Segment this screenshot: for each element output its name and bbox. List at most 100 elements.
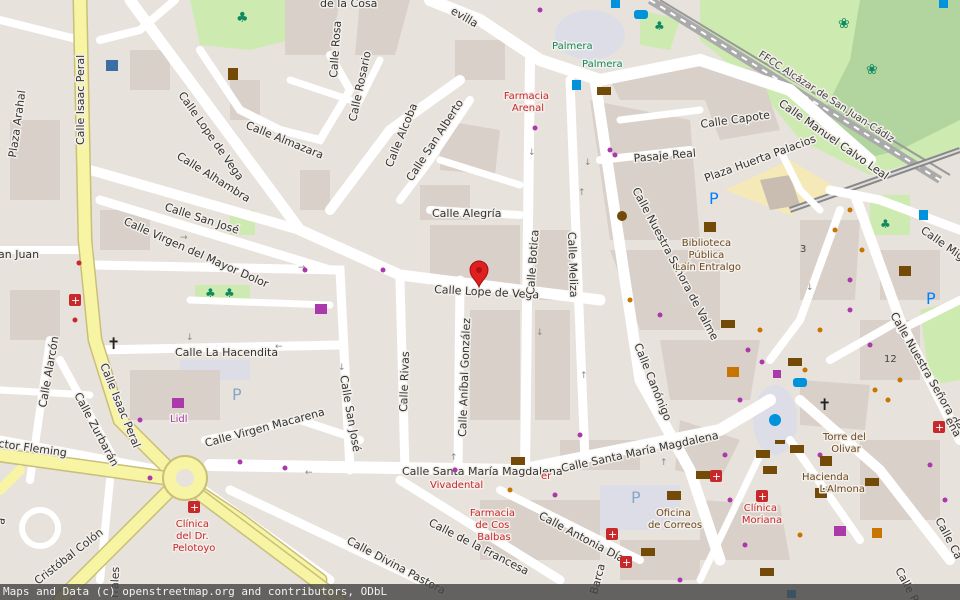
bank-icon <box>641 548 655 556</box>
svg-text:↓: ↓ <box>338 363 346 373</box>
bus-stop-icon <box>939 0 948 8</box>
svg-text:↓: ↓ <box>806 283 814 293</box>
svg-text:+: + <box>622 556 631 569</box>
monument-icon <box>228 68 238 80</box>
svg-text:↓: ↓ <box>528 148 536 158</box>
pharmacy-icon: + <box>69 294 81 307</box>
post-office-icon <box>667 491 681 500</box>
svg-text:+: + <box>712 470 721 483</box>
library-icon <box>704 222 716 232</box>
svg-text:↓: ↓ <box>584 158 592 168</box>
car-icon <box>793 378 807 387</box>
poi-label: Vivadental <box>430 480 483 491</box>
bank-icon <box>788 358 802 366</box>
justice-icon <box>899 266 911 276</box>
poi-label: Lidl <box>170 414 187 425</box>
svg-text:↓: ↓ <box>536 328 544 338</box>
poi-label-correos: Oficina de Correos <box>648 508 702 531</box>
hairdresser-icon <box>773 370 781 378</box>
street-label: an Juan <box>0 248 39 261</box>
town-hall-icon <box>820 456 832 466</box>
svg-text:+: + <box>608 528 617 541</box>
svg-text:+: + <box>190 501 199 514</box>
poi-label: Palmera <box>582 59 623 70</box>
house-number: 3 <box>800 244 806 255</box>
svg-text:↓: ↓ <box>186 333 194 343</box>
svg-text:→: → <box>180 233 188 243</box>
street-label: de la Cosa <box>320 0 377 10</box>
house-number: 12 <box>884 354 897 365</box>
poi-label-line: Clínica <box>744 502 777 514</box>
poi-label-line: Arenal <box>512 103 544 114</box>
poi-label-line: Balbas <box>477 532 510 543</box>
fountain-icon <box>769 414 781 426</box>
svg-text:↑: ↑ <box>580 371 588 381</box>
poi-label-line: Hacienda <box>802 472 849 483</box>
svg-text:←: ← <box>305 468 313 478</box>
map-view[interactable]: Calle Isaac Peral Calle Isaac Peral Call… <box>0 0 960 600</box>
poi-label-line: Laín Entralgo <box>675 261 741 273</box>
bakery-icon <box>727 367 739 377</box>
bank-icon <box>790 445 804 453</box>
poi-label-line: Torre del <box>822 432 866 443</box>
poi-label-line: de Cos <box>475 520 509 531</box>
dog-park-icon: ❀ <box>866 62 878 78</box>
church-icon: ✝ <box>818 395 831 414</box>
svg-text:↑: ↑ <box>400 398 408 408</box>
bank-icon <box>721 320 735 328</box>
poi-label-line: Almona <box>827 484 865 495</box>
bus-stop-icon <box>572 80 581 90</box>
shop-icon <box>172 398 184 408</box>
street-label: Calle La Hacendita <box>175 346 278 359</box>
bank-icon <box>763 466 777 474</box>
poi-label-clinica-pelotoyo: Clínica del Dr. Pelotoyo <box>173 518 216 554</box>
bank-icon <box>760 568 774 576</box>
svg-text:↑: ↑ <box>660 458 668 468</box>
parking-icon: P <box>232 385 242 404</box>
parking-icon: P <box>631 488 641 507</box>
poi-label-line: Oficina <box>656 508 691 519</box>
bank-icon <box>597 87 611 95</box>
playground-icon: ♣ <box>880 217 891 231</box>
shop-icon <box>834 526 846 536</box>
bank-icon <box>511 457 525 465</box>
library-icon <box>106 60 118 71</box>
street-label: Calle Isaac Peral <box>74 55 87 145</box>
svg-text:↑: ↑ <box>450 453 458 463</box>
poi-label-line: Farmacia <box>470 508 515 519</box>
bank-icon <box>865 478 879 486</box>
pharmacy-icon: + <box>756 490 768 503</box>
playground-icon: ♣ <box>205 286 216 300</box>
bank-icon <box>696 471 710 479</box>
poi-label-line: Olivar <box>831 444 861 455</box>
poi-label: Palmera <box>552 41 593 52</box>
bank-icon <box>756 450 770 458</box>
poi-label-line: Biblioteca <box>682 238 731 249</box>
pharmacy-icon: + <box>606 528 618 541</box>
playground-icon: ♣ <box>236 10 249 26</box>
street-label: Calle Alegría <box>432 207 501 220</box>
svg-text:+: + <box>71 294 80 307</box>
theatre-icon <box>617 211 627 221</box>
bench-icon <box>775 440 785 444</box>
svg-text:+: + <box>935 421 944 434</box>
pharmacy-icon: + <box>620 556 632 569</box>
pharmacy-icon: + <box>933 421 945 434</box>
pharmacy-icon: + <box>188 501 200 514</box>
poi-label-line: Pública <box>689 249 725 261</box>
poi-label-line: Pelotoyo <box>173 543 216 554</box>
bus-stop-icon <box>919 210 928 220</box>
svg-text:↑: ↑ <box>578 188 586 198</box>
poi-label-line: de Correos <box>648 520 702 531</box>
poi-label-line: Farmacia <box>504 91 549 102</box>
svg-text:←: ← <box>275 342 283 352</box>
svg-text:+: + <box>758 490 767 503</box>
dog-park-icon: ❀ <box>838 16 850 32</box>
parking-icon: P <box>709 189 719 208</box>
street-label: Calle Santa María Magdalena <box>402 465 563 478</box>
poi-label-line: del Dr. <box>176 531 209 542</box>
cafe-icon <box>872 528 882 538</box>
pharmacy-icon: + <box>710 470 722 483</box>
church-icon: ✝ <box>107 334 120 353</box>
playground-icon: ♣ <box>654 19 665 33</box>
